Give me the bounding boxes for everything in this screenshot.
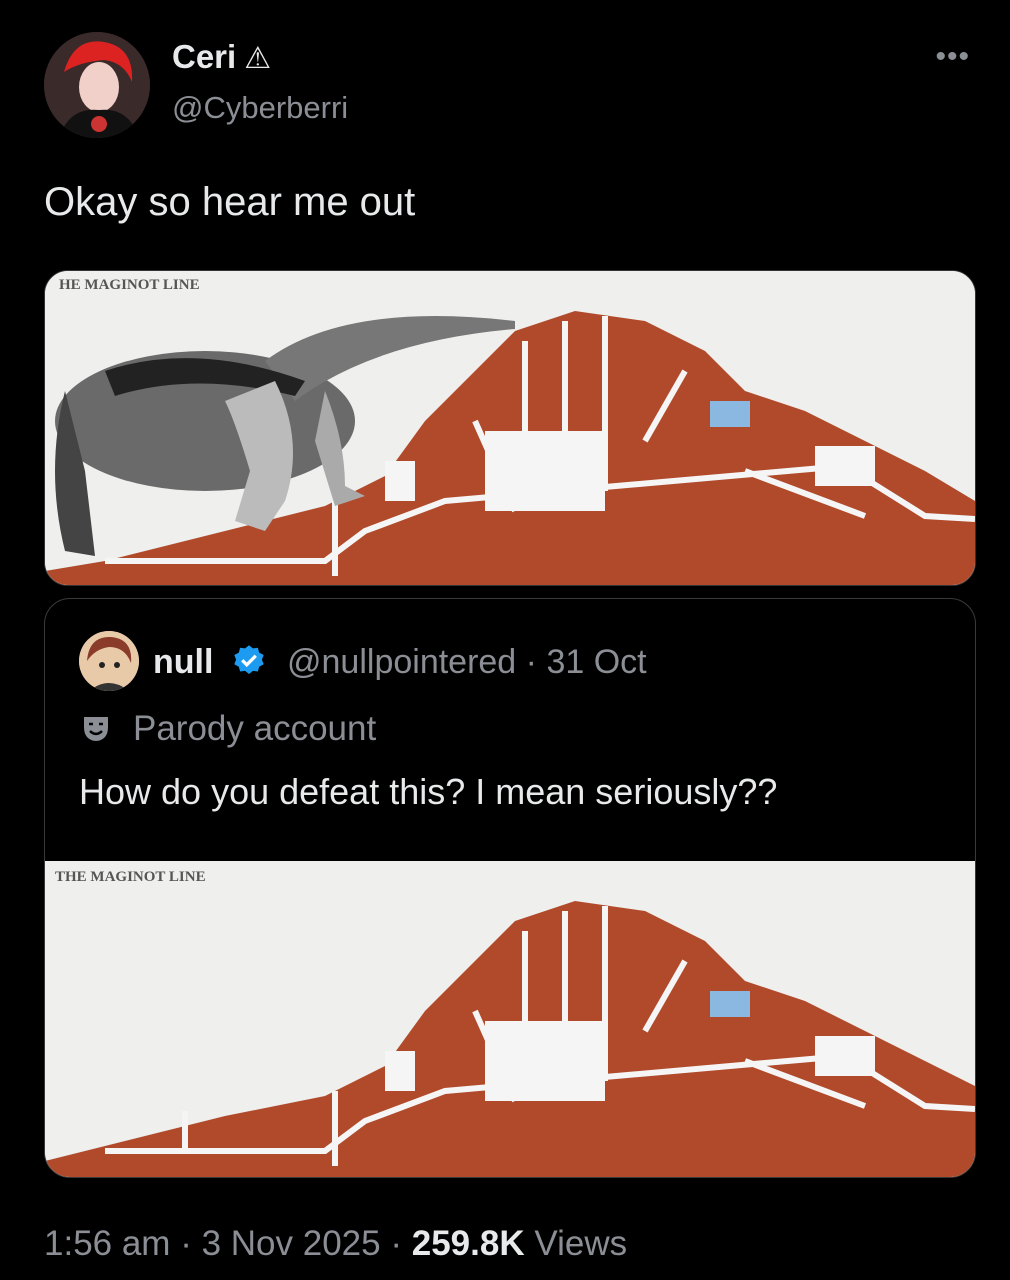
author-handle[interactable]: @Cyberberri: [172, 90, 348, 126]
quote-media-label: THE MAGINOT LINE: [55, 869, 206, 885]
more-options-icon[interactable]: •••: [935, 40, 970, 74]
tweet-media-image[interactable]: HE MAGINOT LINE: [44, 270, 976, 586]
media-label: HE MAGINOT LINE: [59, 277, 200, 293]
quote-author-handle[interactable]: @nullpointered · 31 Oct: [287, 643, 647, 682]
quote-date: 31 Oct: [546, 643, 647, 681]
tweet-date[interactable]: 3 Nov 2025: [202, 1224, 381, 1263]
warning-icon: ⚠: [244, 42, 272, 75]
author-avatar[interactable]: [44, 32, 150, 138]
tweet-text: Okay so hear me out: [44, 180, 416, 224]
verified-badge-icon: [234, 645, 264, 675]
parody-account-label: Parody account: [133, 709, 377, 748]
tweet-metadata: 1:56 am · 3 Nov 2025 · 259.8K Views: [44, 1224, 628, 1263]
quote-author-name[interactable]: null: [153, 643, 213, 682]
tweet-time[interactable]: 1:56 am: [44, 1224, 170, 1263]
views-count: 259.8K: [411, 1224, 525, 1263]
author-name[interactable]: Ceri ⚠: [172, 38, 271, 76]
quote-author-avatar[interactable]: [79, 631, 139, 691]
quoted-tweet[interactable]: null @nullpointered · 31 Oct Parody acco…: [44, 598, 976, 1178]
quote-media-image[interactable]: THE MAGINOT LINE: [45, 861, 975, 1177]
views-label: Views: [534, 1224, 628, 1263]
parody-mask-icon: [84, 717, 108, 741]
quote-text: How do you defeat this? I mean seriously…: [79, 771, 778, 812]
